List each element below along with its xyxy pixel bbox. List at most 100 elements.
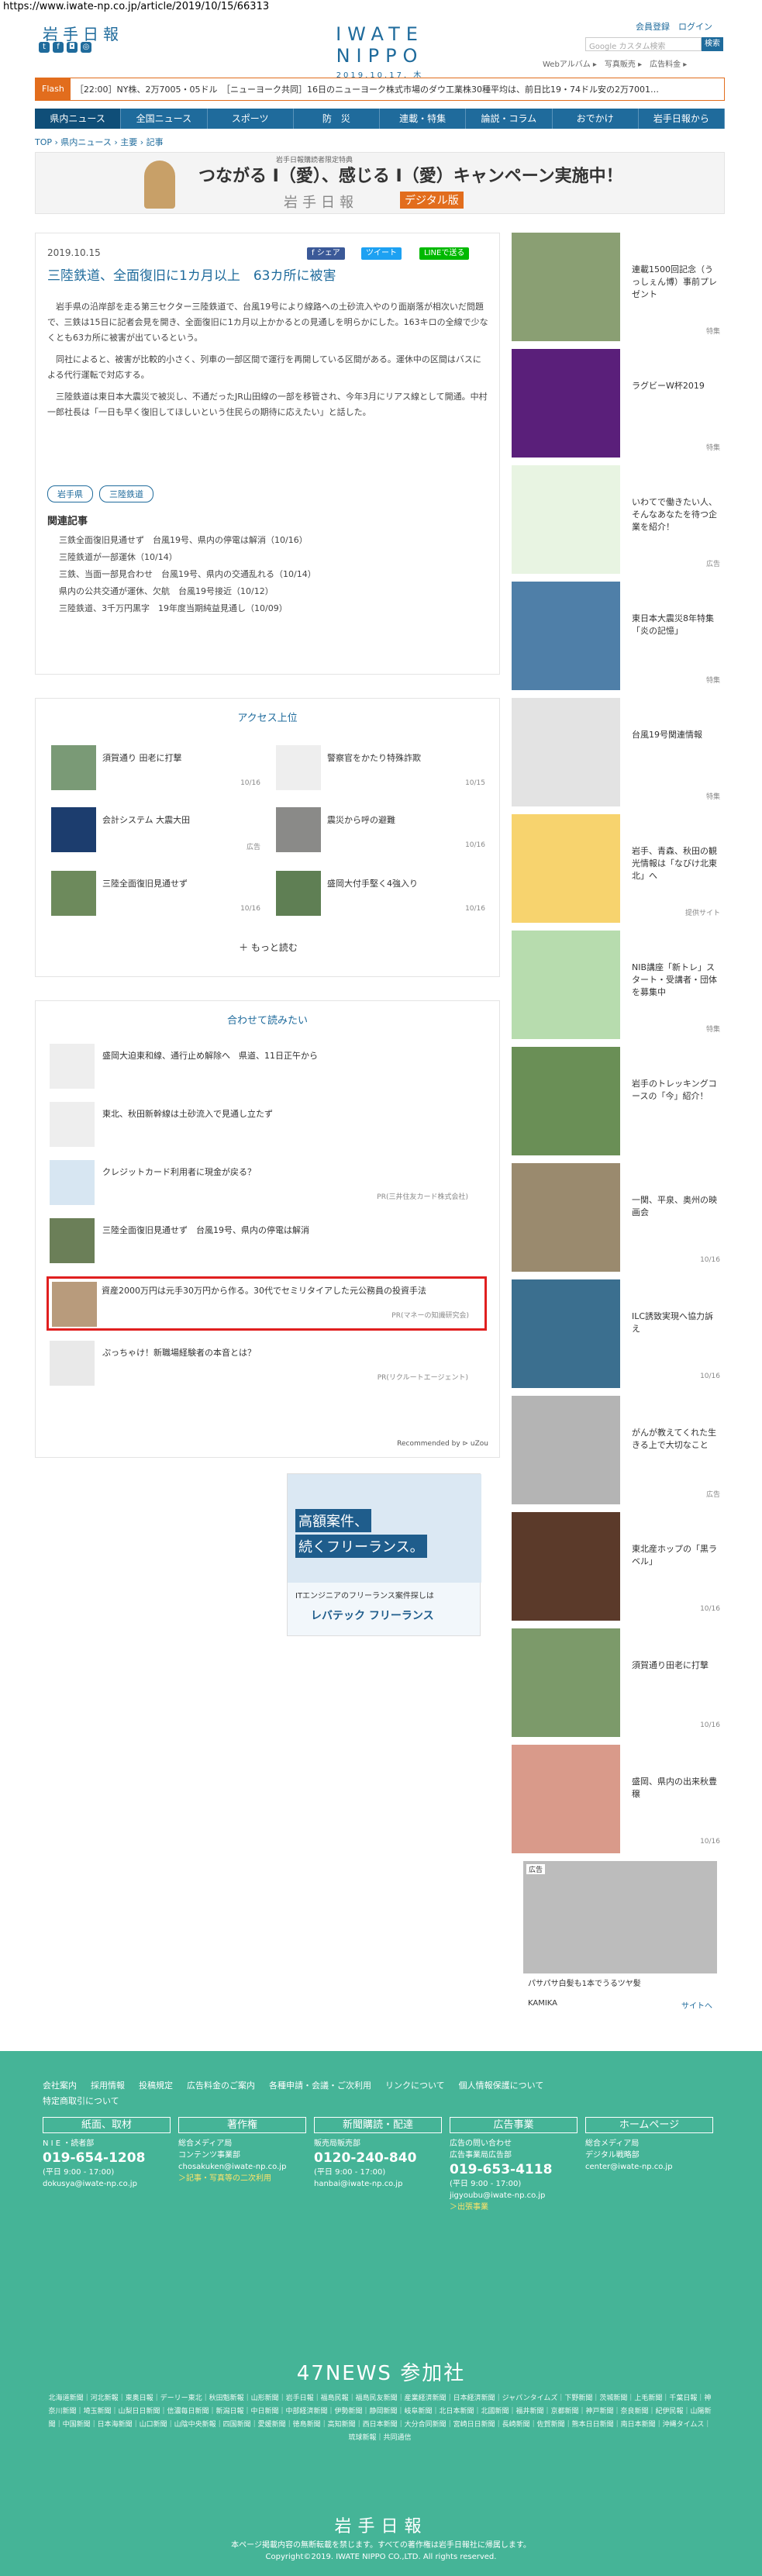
line-share-button[interactable]: LINEで送る	[419, 247, 470, 260]
access-title: 須賀通り 田老に打撃	[102, 753, 182, 763]
search-input[interactable]: Google カスタム検索	[585, 37, 702, 51]
side-item[interactable]: 須賀通り田老に打撃 10/16	[512, 1628, 725, 1741]
related-link[interactable]: 三陸鉄道が一部運休（10/14）	[59, 549, 316, 566]
flash-ticker[interactable]: Flash ［22:00］NY株、2万7005・05ドル ［ニューヨーク共同］1…	[35, 78, 725, 101]
url-bar[interactable]: https://www.iwate-np.co.jp/article/2019/…	[0, 0, 762, 16]
side-item[interactable]: 連載1500回記念（うっしぇん博）事前プレゼント 特集	[512, 233, 725, 345]
access-item[interactable]: 警察官をかたり特殊詐欺 10/15	[276, 745, 485, 792]
access-item[interactable]: 震災から呼の避難 10/16	[276, 807, 485, 854]
facebook-share-button[interactable]: f シェア	[307, 247, 345, 260]
nav-local-news[interactable]: 県内ニュース	[35, 109, 122, 129]
nav-national-news[interactable]: 全国ニュース	[121, 109, 208, 129]
campaign-banner[interactable]: 岩手日報購読者限定特典 つながる I（愛）、感じる I（愛）キャンペーン実施中！…	[35, 152, 725, 214]
nav-from-nippo[interactable]: 岩手日報から	[639, 109, 725, 129]
footer-col-heading: 新聞購読・配達	[314, 2117, 442, 2133]
nav-editorial[interactable]: 論説・コラム	[466, 109, 553, 129]
footer-link[interactable]: 採用情報	[91, 2080, 125, 2091]
site-logo[interactable]: 岩手日報	[43, 22, 123, 44]
access-item[interactable]: 盛岡大付手堅く4強入り 10/16	[276, 871, 485, 917]
side-ad[interactable]: 広告 パサパサ白髪も1本でうるツヤ髪 KAMIKA サイトへ	[523, 1861, 717, 2016]
footer-link[interactable]: 個人情報保護について	[459, 2080, 544, 2091]
related-link[interactable]: 三陸鉄道、3千万円黒字 19年度当期純益見通し（10/09）	[59, 600, 316, 617]
facebook-icon[interactable]: f	[53, 42, 64, 53]
phone-number[interactable]: 019-653-4118	[450, 2161, 578, 2178]
banner-figure	[144, 161, 175, 209]
read-item[interactable]: クレジットカード利用者に現金が戻る？ PR(三井住友カード株式会社)	[50, 1160, 484, 1208]
side-item[interactable]: 一関、平泉、奥州の映画会 10/16	[512, 1163, 725, 1276]
phone-number[interactable]: 019-654-1208	[43, 2150, 171, 2167]
footer-col-line: 総合メディア局	[585, 2139, 640, 2148]
footer-link[interactable]: 投稿規定	[139, 2080, 173, 2091]
side-item[interactable]: NIB講座「新トレ」スタート・受講者・団体を募集中 特集	[512, 931, 725, 1043]
partner-papers[interactable]: 北海道新聞｜河北新報｜東奥日報｜デーリー東北｜秋田魁新報｜山形新聞｜岩手日報｜福…	[47, 2392, 713, 2445]
thumbnail	[50, 1341, 95, 1386]
side-item[interactable]: ILC誘致実現へ協力訴え 10/16	[512, 1279, 725, 1392]
nav-outing[interactable]: おでかけ	[553, 109, 639, 129]
related-list: 三鉄全面復旧見通せず 台風19号、県内の停電は解消（10/16） 三陸鉄道が一部…	[59, 532, 316, 617]
related-link[interactable]: 県内の公共交通が運休、欠航 台風19号接近（10/12）	[59, 583, 316, 600]
more-button[interactable]: ＋ もっと読む	[36, 941, 501, 954]
side-item[interactable]: 台風19号関連情報 特集	[512, 698, 725, 810]
twitter-icon[interactable]: t	[39, 42, 50, 53]
side-item[interactable]: がんが教えてくれた生きる上で大切なこと 広告	[512, 1396, 725, 1508]
header-sublinks[interactable]: Webアルバム ▸ 写真販売 ▸ 広告料金 ▸	[543, 57, 687, 69]
access-item[interactable]: 会計システム 大震大田 広告	[51, 807, 260, 854]
footer-link[interactable]: 会社案内	[43, 2080, 77, 2091]
search-button[interactable]: 検索	[702, 37, 723, 51]
footer-link[interactable]: 広告料金のご案内	[187, 2080, 255, 2091]
side-item[interactable]: いわてで働きたい人、そんなあなたを待つ企業を紹介！ 広告	[512, 465, 725, 578]
side-title: いわてで働きたい人、そんなあなたを待つ企業を紹介！	[632, 497, 717, 532]
access-title: 三陸全面復旧見通せず	[102, 879, 188, 889]
footer-mail[interactable]: center@iwate-np.co.jp	[585, 2161, 713, 2173]
footer-note-link[interactable]: ＞記事・写真等の二次利用	[178, 2173, 306, 2184]
footer-col-copyright: 著作権 総合メディア局 コンテンツ事業部 chosakuken@iwate-np…	[178, 2117, 306, 2184]
tag-sanriku[interactable]: 三陸鉄道	[99, 485, 153, 502]
tweet-button[interactable]: ツイート	[361, 247, 402, 260]
member-links[interactable]: 会員登録 ログイン	[636, 20, 712, 33]
side-item[interactable]: 東日本大震災8年特集「炎の記憶」 特集	[512, 582, 725, 694]
breadcrumb[interactable]: TOP › 県内ニュース › 主要 › 記事	[35, 136, 164, 148]
nav-features[interactable]: 連載・特集	[380, 109, 467, 129]
nav-disaster[interactable]: 防 災	[294, 109, 380, 129]
access-item[interactable]: 須賀通り 田老に打撃 10/16	[51, 745, 260, 792]
footer-note-link[interactable]: ＞出張事業	[450, 2201, 578, 2213]
instagram-icon[interactable]: ◎	[81, 42, 91, 53]
side-item[interactable]: 岩手、青森、秋田の観光情報は「なびけ北東北」へ 提供サイト	[512, 814, 725, 927]
access-date: 10/16	[465, 905, 485, 913]
footer-link[interactable]: 特定商取引について	[43, 2096, 119, 2106]
read-item[interactable]: 東北、秋田新幹線は土砂流入で見通し立たず	[50, 1102, 484, 1150]
side-item[interactable]: 岩手のトレッキングコースの「今」紹介！	[512, 1047, 725, 1159]
related-link[interactable]: 三鉄全面復旧見通せず 台風19号、県内の停電は解消（10/16）	[59, 532, 316, 549]
thumbnail	[512, 1512, 620, 1621]
read-item[interactable]: ぷっちゃけ！新職場経験者の本音とは？ PR(リクルートエージェント)	[50, 1341, 484, 1389]
nav-sports[interactable]: スポーツ	[208, 109, 294, 129]
article-paragraph: 岩手県の沿岸部を走る第三セクター三陸鉄道で、台風19号により線路への土砂流入やの…	[47, 302, 488, 343]
phone-number[interactable]: 0120-240-840	[314, 2150, 442, 2167]
footer-mail[interactable]: jigyoubu@iwate-np.co.jp	[450, 2190, 578, 2201]
center-logo[interactable]: IWATE NIPPO 2019.10.17. 木	[302, 23, 457, 80]
tag-iwate[interactable]: 岩手県	[47, 485, 93, 502]
footer-col-line: 総合メディア局	[178, 2139, 233, 2148]
footer-mail[interactable]: hanbai@iwate-np.co.jp	[314, 2178, 442, 2190]
side-ad-site-link[interactable]: サイトへ	[681, 1999, 712, 2011]
read-item-highlighted[interactable]: 資産2000万円は元手30万円から作る。30代でセミリタイアした元公務員の投資手…	[47, 1276, 487, 1331]
footer-mail[interactable]: chosakuken@iwate-np.co.jp	[178, 2161, 306, 2173]
read-item[interactable]: 盛岡大迫東和線、通行止め解除へ 県道、11日正午から	[50, 1044, 484, 1092]
access-item[interactable]: 三陸全面復旧見通せず 10/16	[51, 871, 260, 917]
footer-col-homepage: ホームページ 総合メディア局 デジタル戦略部 center@iwate-np.c…	[585, 2117, 713, 2173]
related-link[interactable]: 三鉄、当面一部見合わせ 台風19号、県内の交通乱れる（10/14）	[59, 566, 316, 583]
footer-col-heading: 紙面、取材	[43, 2117, 171, 2133]
freelance-ad[interactable]: 高額案件、 続くフリーランス。 ITエンジニアのフリーランス案件探しは レバテッ…	[287, 1473, 481, 1636]
footer-col-line: デジタル戦略部	[585, 2151, 640, 2160]
footer-mail[interactable]: dokusya@iwate-np.co.jp	[43, 2178, 171, 2190]
recommended-by[interactable]: Recommended by ⊳ uZou	[397, 1440, 488, 1448]
footer-link[interactable]: リンクについて	[385, 2080, 445, 2091]
side-item[interactable]: 盛岡、県内の出来秋豊穣 10/16	[512, 1745, 725, 1857]
side-item[interactable]: 東北産ホップの「黒ラベル」 10/16	[512, 1512, 725, 1625]
side-item[interactable]: ラグビーW杯2019 特集	[512, 349, 725, 461]
reads-heading: 合わせて読みたい	[226, 1015, 308, 1027]
footer-link[interactable]: 各種申請・会議・ご次利用	[269, 2080, 371, 2091]
side-title: 岩手のトレッキングコースの「今」紹介！	[632, 1079, 717, 1101]
read-item[interactable]: 三陸全面復旧見通せず 台風19号、県内の停電は解消	[50, 1218, 484, 1266]
line-icon[interactable]: ◘	[67, 42, 78, 53]
